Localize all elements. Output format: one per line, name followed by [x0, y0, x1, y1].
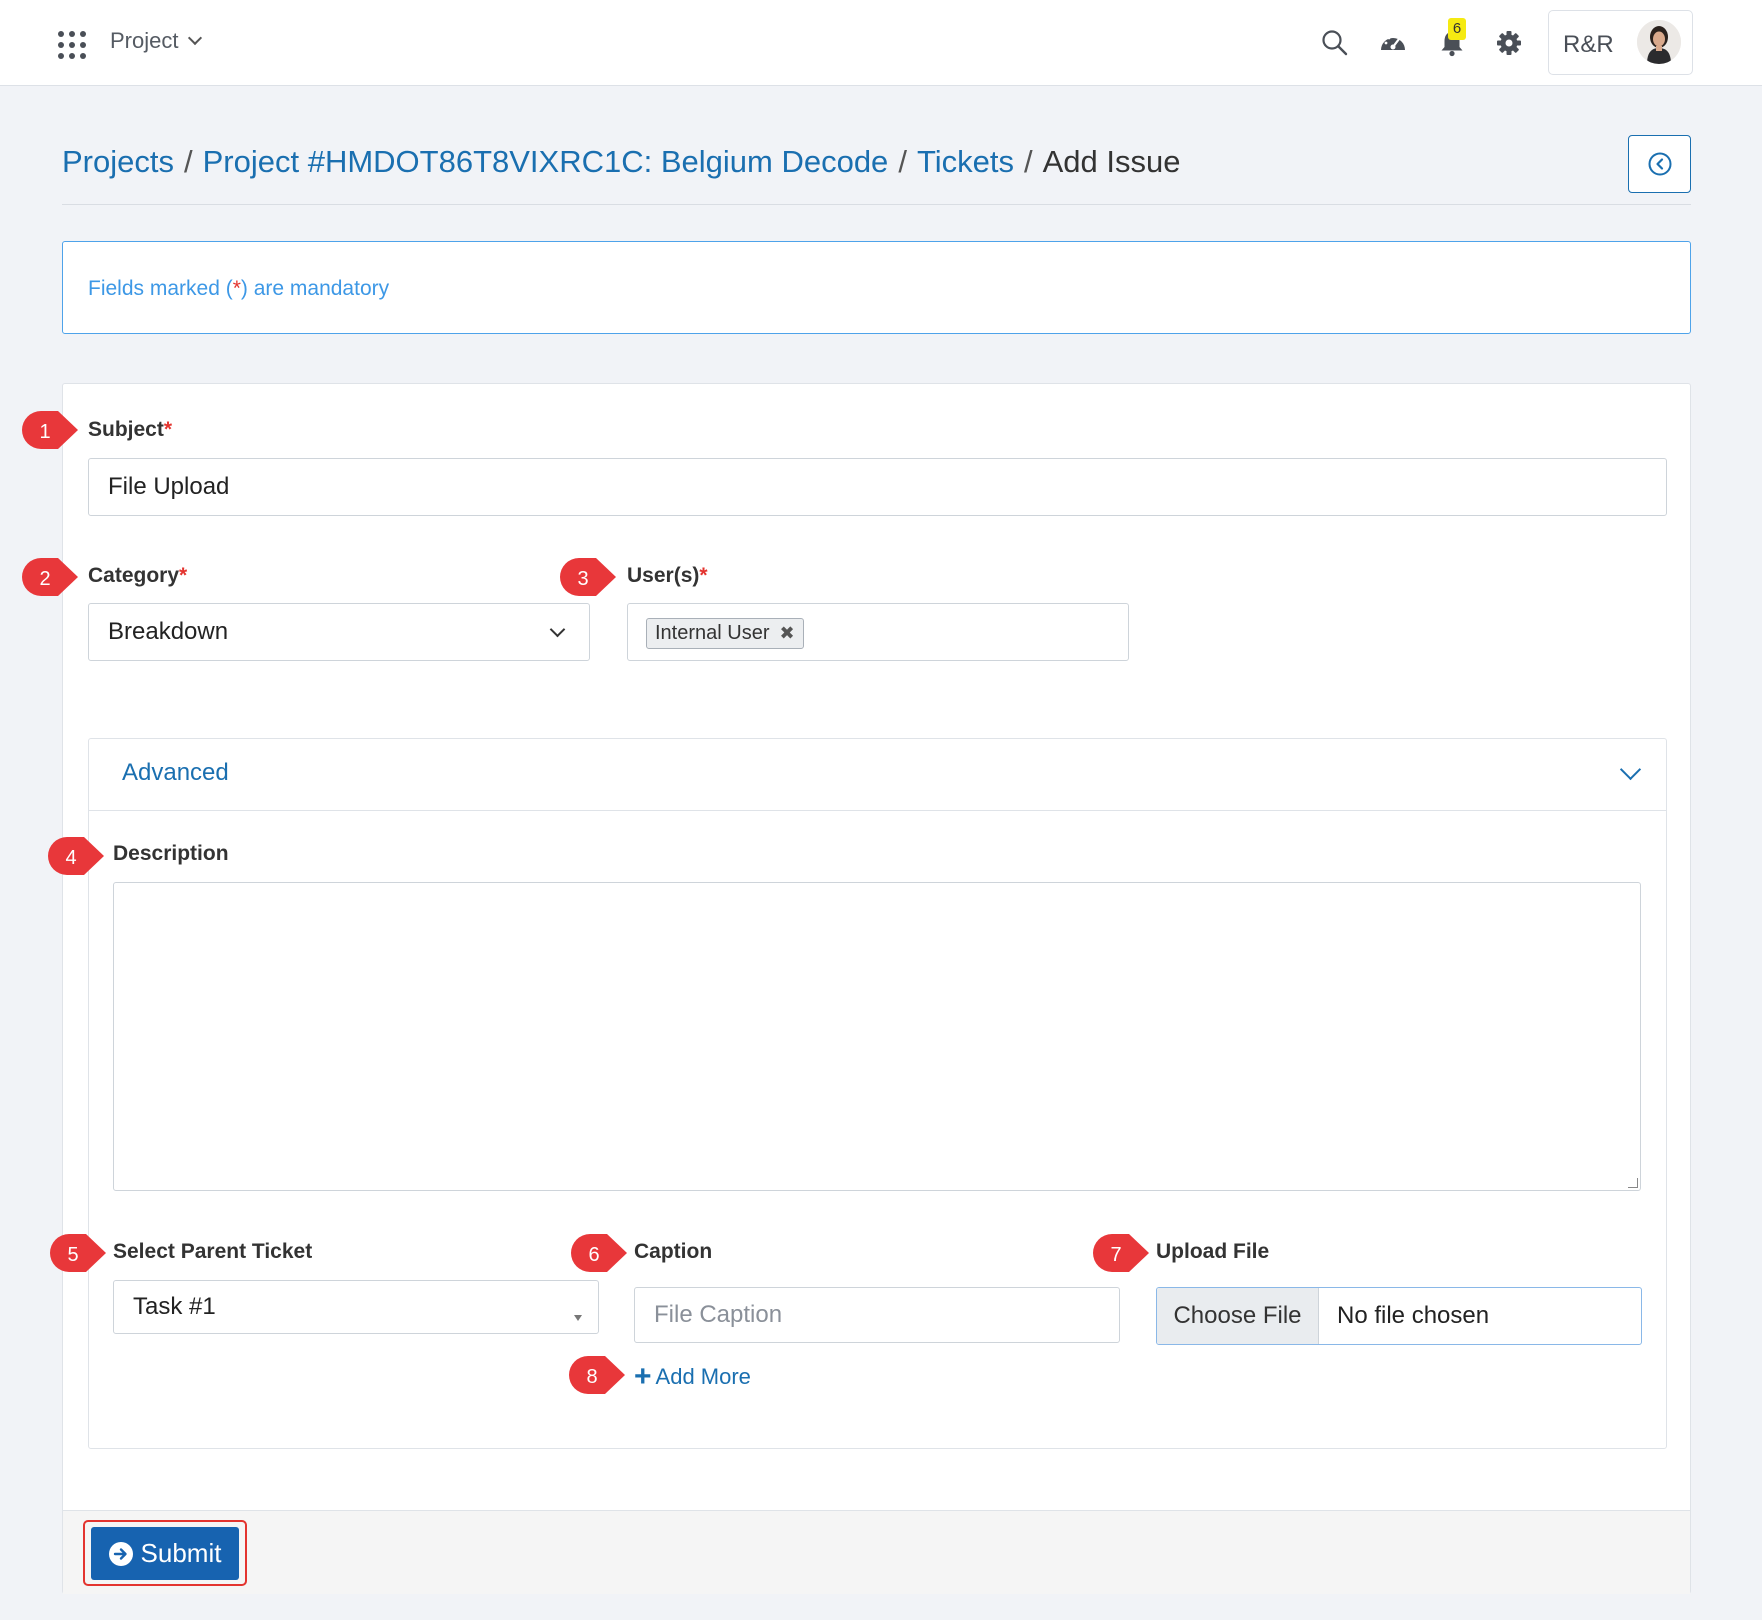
submit-button[interactable]: Submit — [91, 1527, 239, 1580]
project-menu-label: Project — [110, 28, 179, 53]
resize-handle[interactable] — [1628, 1178, 1638, 1188]
breadcrumb: Projects / Project #HMDOT86T8VIXRC1C: Belg… — [62, 144, 1180, 180]
svg-text:7: 7 — [1110, 1244, 1121, 1266]
category-label-text: Category — [88, 564, 180, 587]
upload-file-label: Upload File — [1156, 1240, 1270, 1263]
annotation-marker: 7 — [1093, 1234, 1149, 1272]
parent-ticket-value: Task #1 — [133, 1293, 216, 1320]
user-tag: Internal User ✖ — [646, 618, 804, 649]
user-tag-label: Internal User — [655, 622, 770, 644]
notice-text-end: ) are mandatory — [240, 277, 390, 300]
annotation-marker: 4 — [48, 837, 104, 875]
svg-text:1: 1 — [39, 421, 50, 443]
annotation-marker: 8 — [569, 1356, 625, 1394]
submit-label: Submit — [140, 1538, 222, 1568]
svg-text:8: 8 — [586, 1366, 597, 1388]
users-label: User(s)* — [627, 564, 708, 588]
subject-input[interactable]: File Upload — [88, 458, 1667, 516]
caret-down-icon — [574, 1315, 582, 1321]
plus-icon: + — [634, 1360, 652, 1393]
required-star: * — [232, 277, 241, 300]
users-multiselect[interactable]: Internal User ✖ — [627, 603, 1129, 661]
subject-label-text: Subject — [88, 418, 164, 441]
annotation-marker: 6 — [571, 1234, 627, 1272]
svg-text:2: 2 — [39, 568, 50, 590]
dashboard-gauge-icon[interactable] — [1378, 28, 1408, 58]
annotation-marker: 5 — [50, 1234, 106, 1272]
caption-placeholder: File Caption — [654, 1301, 783, 1328]
description-textarea[interactable] — [113, 882, 1641, 1191]
description-label: Description — [113, 842, 229, 865]
svg-text:5: 5 — [67, 1244, 78, 1266]
caption-label: Caption — [634, 1240, 713, 1263]
advanced-title: Advanced — [122, 759, 229, 786]
advanced-toggle[interactable]: Advanced — [89, 739, 1666, 811]
parent-ticket-select[interactable]: Task #1 — [113, 1280, 599, 1334]
category-label: Category* — [88, 564, 187, 588]
arrow-right-circle-icon — [108, 1541, 133, 1566]
app-grid-icon[interactable] — [58, 31, 86, 59]
svg-text:3: 3 — [577, 568, 588, 590]
advanced-section: Advanced Description Select Parent Ticke… — [88, 738, 1667, 1449]
header-divider — [62, 204, 1691, 205]
breadcrumb-project[interactable]: Project #HMDOT86T8VIXRC1C: Belgium Decod… — [203, 144, 889, 179]
project-menu-dropdown[interactable]: Project — [110, 28, 203, 54]
breadcrumb-separator: / — [898, 144, 907, 179]
gear-icon[interactable] — [1494, 28, 1524, 58]
chevron-down-icon — [1619, 758, 1642, 781]
user-menu[interactable]: R&R — [1548, 10, 1693, 75]
add-issue-form: Subject* File Upload Category* Breakdown… — [62, 383, 1691, 1594]
back-button[interactable] — [1628, 135, 1691, 193]
circle-chevron-left-icon — [1648, 152, 1671, 176]
subject-label: Subject* — [88, 418, 172, 442]
notification-badge: 6 — [1448, 18, 1466, 40]
chevron-down-icon — [549, 621, 566, 638]
file-upload-input[interactable]: Choose File No file chosen — [1156, 1287, 1642, 1345]
required-star: * — [699, 564, 708, 587]
page-title: Add Issue — [1042, 144, 1181, 179]
add-more-link[interactable]: + Add More — [634, 1360, 751, 1393]
notice-text: Fields marked (*) are mandatory — [88, 277, 389, 301]
breadcrumb-tickets[interactable]: Tickets — [917, 144, 1014, 179]
users-label-text: User(s) — [627, 564, 700, 587]
user-initials: R&R — [1563, 31, 1614, 58]
category-select[interactable]: Breakdown — [88, 603, 590, 661]
form-footer: Submit — [63, 1510, 1690, 1594]
required-star: * — [163, 418, 173, 441]
svg-text:6: 6 — [588, 1244, 599, 1266]
category-value: Breakdown — [108, 618, 229, 645]
breadcrumb-separator: / — [1023, 144, 1033, 179]
annotation-marker: 2 — [22, 558, 78, 596]
file-status: No file chosen — [1337, 1302, 1490, 1329]
choose-file-button[interactable]: Choose File — [1157, 1288, 1319, 1344]
avatar — [1637, 20, 1681, 64]
required-star: * — [179, 564, 188, 587]
svg-text:4: 4 — [65, 847, 76, 869]
breadcrumb-projects[interactable]: Projects — [62, 144, 174, 179]
subject-value: File Upload — [108, 473, 230, 500]
chevron-down-icon — [188, 30, 203, 46]
add-more-label: Add More — [655, 1364, 751, 1389]
parent-ticket-label: Select Parent Ticket — [113, 1240, 313, 1263]
breadcrumb-separator: / — [183, 144, 193, 179]
remove-tag-icon[interactable]: ✖ — [780, 623, 795, 644]
notice-text-start: Fields marked ( — [88, 277, 233, 300]
caption-input[interactable]: File Caption — [634, 1287, 1120, 1343]
search-icon[interactable] — [1320, 28, 1350, 58]
top-navbar: Project 6 R&R — [0, 0, 1762, 86]
annotation-marker: 1 — [22, 411, 78, 449]
mandatory-fields-notice: Fields marked (*) are mandatory — [62, 241, 1691, 334]
submit-highlight: Submit — [83, 1520, 247, 1586]
annotation-marker: 3 — [560, 558, 616, 596]
